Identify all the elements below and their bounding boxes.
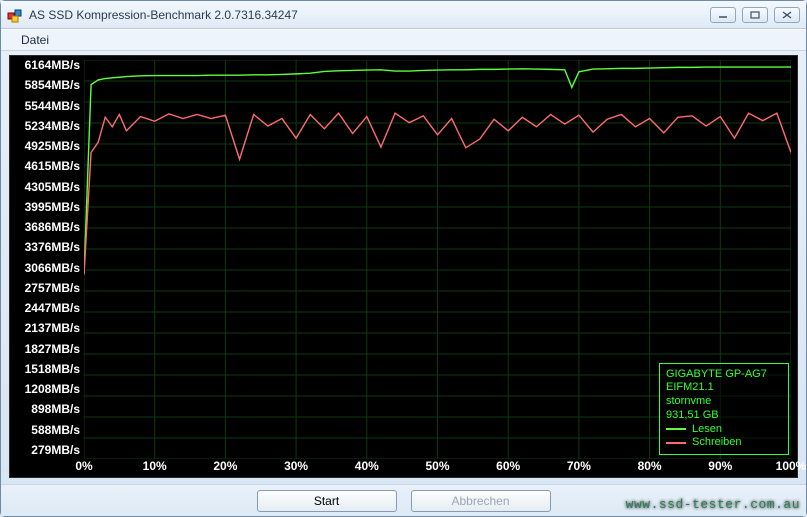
close-button[interactable] — [774, 7, 800, 23]
app-window: AS SSD Kompression-Benchmark 2.0.7316.34… — [0, 0, 807, 517]
x-tick-label: 40% — [355, 459, 379, 473]
y-tick-label: 3995MB/s — [12, 200, 80, 214]
window-controls — [710, 7, 800, 23]
watermark-text: www.ssd-tester.com.au — [626, 497, 800, 512]
y-tick-label: 1827MB/s — [12, 342, 80, 356]
x-tick-label: 70% — [567, 459, 591, 473]
y-tick-label: 3066MB/s — [12, 261, 80, 275]
x-tick-label: 30% — [284, 459, 308, 473]
y-tick-label: 6164MB/s — [12, 58, 80, 72]
y-tick-label: 2447MB/s — [12, 301, 80, 315]
y-tick-label: 3376MB/s — [12, 240, 80, 254]
legend-device: GIGABYTE GP-AG7 — [666, 368, 782, 382]
minimize-button[interactable] — [710, 7, 736, 23]
y-tick-label: 2757MB/s — [12, 281, 80, 295]
y-tick-label: 279MB/s — [12, 443, 80, 457]
x-tick-label: 50% — [425, 459, 449, 473]
legend-driver: stornvme — [666, 395, 782, 409]
x-tick-label: 10% — [143, 459, 167, 473]
y-tick-label: 1518MB/s — [12, 362, 80, 376]
start-button[interactable]: Start — [257, 490, 397, 512]
y-tick-label: 5854MB/s — [12, 78, 80, 92]
content-area: 6164MB/s 5854MB/s 5544MB/s 5234MB/s 4925MB/s… — [1, 51, 806, 484]
y-tick-label: 1208MB/s — [12, 382, 80, 396]
chart-area: 6164MB/s 5854MB/s 5544MB/s 5234MB/s 4925MB/s… — [9, 55, 798, 478]
app-icon — [7, 7, 23, 23]
legend-fw: EIFM21.1 — [666, 381, 782, 395]
y-tick-label: 4305MB/s — [12, 180, 80, 194]
maximize-button[interactable] — [742, 7, 768, 23]
x-tick-label: 100% — [776, 459, 807, 473]
x-tick-label: 90% — [708, 459, 732, 473]
x-tick-label: 0% — [75, 459, 92, 473]
menu-file[interactable]: Datei — [11, 31, 59, 49]
x-tick-label: 80% — [638, 459, 662, 473]
x-tick-label: 20% — [213, 459, 237, 473]
legend-write-swatch — [666, 442, 686, 444]
y-tick-label: 5234MB/s — [12, 119, 80, 133]
titlebar: AS SSD Kompression-Benchmark 2.0.7316.34… — [1, 1, 806, 29]
y-axis-labels: 6164MB/s 5854MB/s 5544MB/s 5234MB/s 4925MB/s… — [10, 56, 84, 459]
legend-read-swatch — [666, 428, 686, 430]
legend-read-row: Lesen — [666, 423, 782, 437]
x-tick-label: 60% — [496, 459, 520, 473]
legend-box: GIGABYTE GP-AG7 EIFM21.1 stornvme 931,51… — [659, 363, 789, 456]
window-title: AS SSD Kompression-Benchmark 2.0.7316.34… — [29, 8, 710, 22]
y-tick-label: 2137MB/s — [12, 321, 80, 335]
button-bar: Start Abbrechen www.ssd-tester.com.au — [1, 484, 806, 516]
legend-size: 931,51 GB — [666, 409, 782, 423]
y-tick-label: 3686MB/s — [12, 220, 80, 234]
legend-write-label: Schreiben — [692, 436, 742, 450]
y-tick-label: 898MB/s — [12, 402, 80, 416]
legend-read-label: Lesen — [692, 423, 722, 437]
x-axis-labels: 0%10%20%30%40%50%60%70%80%90%100% — [84, 459, 791, 477]
y-tick-label: 4615MB/s — [12, 159, 80, 173]
menubar: Datei — [1, 29, 806, 51]
y-tick-label: 4925MB/s — [12, 139, 80, 153]
y-tick-label: 5544MB/s — [12, 99, 80, 113]
legend-write-row: Schreiben — [666, 436, 782, 450]
cancel-button: Abbrechen — [411, 490, 551, 512]
y-tick-label: 588MB/s — [12, 423, 80, 437]
